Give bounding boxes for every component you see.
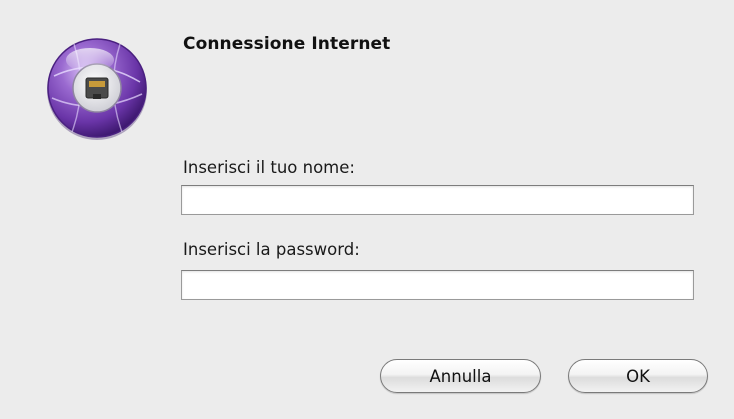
password-input[interactable] xyxy=(181,270,694,300)
connection-dialog: Connessione Internet Inserisci il tuo no… xyxy=(0,0,734,419)
cancel-button[interactable]: Annulla xyxy=(380,359,541,393)
dialog-title: Connessione Internet xyxy=(183,34,391,54)
ok-button[interactable]: OK xyxy=(568,359,708,393)
name-label: Inserisci il tuo nome: xyxy=(183,158,355,177)
network-port-icon xyxy=(44,36,150,142)
name-input[interactable] xyxy=(181,185,694,215)
password-label: Inserisci la password: xyxy=(183,240,360,259)
